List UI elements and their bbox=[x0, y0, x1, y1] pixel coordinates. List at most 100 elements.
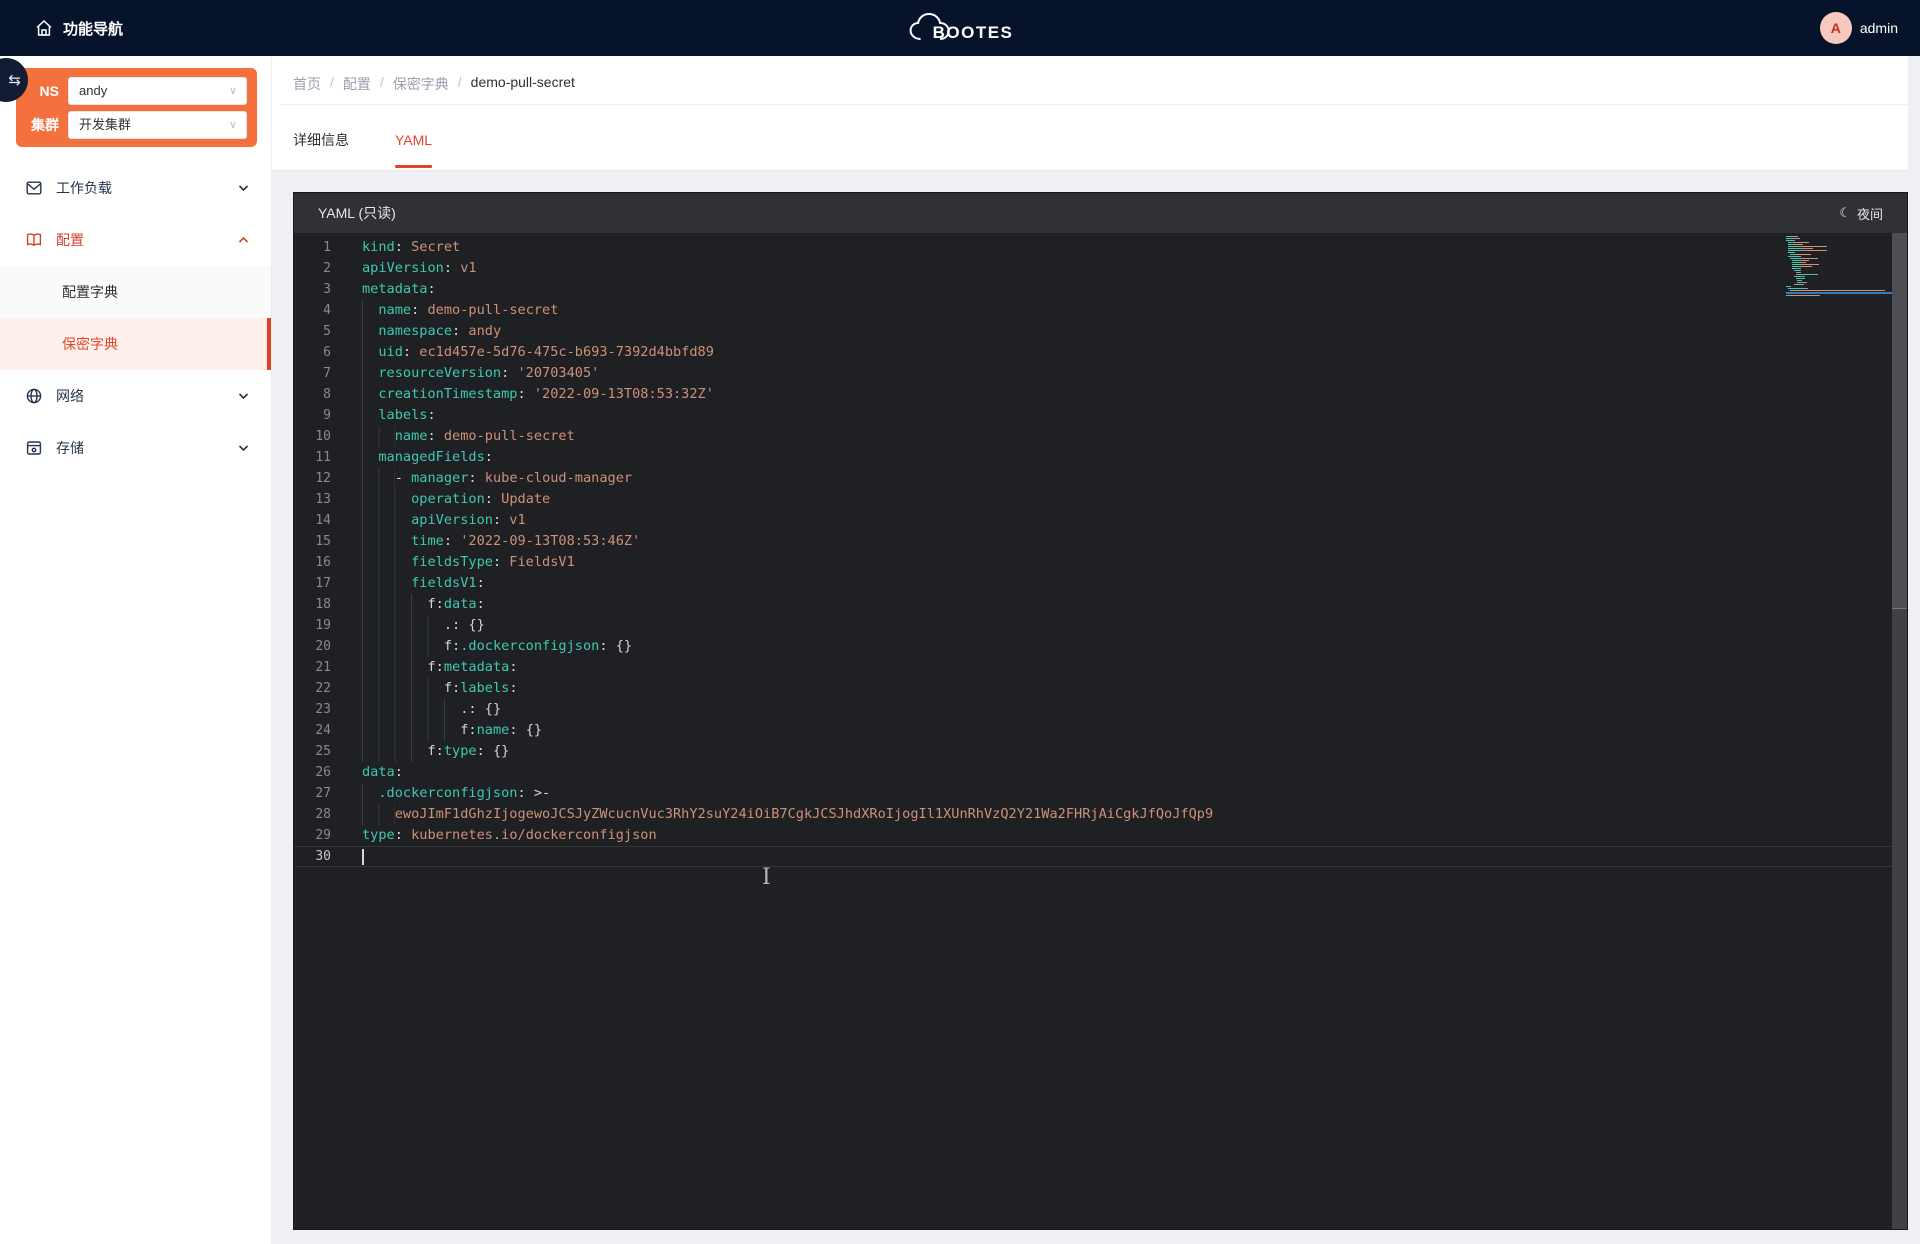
sidebar-subitem-label: 保密字典 bbox=[62, 334, 118, 354]
breadcrumb-item-3: demo-pull-secret bbox=[471, 74, 575, 94]
content-area: YAML (只读) ☾ 夜间 1kind: Secret2apiVersion:… bbox=[272, 171, 1920, 1244]
chevron-up-icon bbox=[238, 236, 249, 244]
line-number: 1 bbox=[294, 237, 331, 258]
code-line-14: 14apiVersion: v1 bbox=[294, 510, 1907, 531]
tab-详细信息[interactable]: 详细信息 bbox=[293, 118, 349, 170]
code-line-2: 2apiVersion: v1 bbox=[294, 258, 1907, 279]
code-line-12: 12- manager: kube-cloud-manager bbox=[294, 468, 1907, 489]
line-number: 17 bbox=[294, 573, 331, 594]
line-number: 14 bbox=[294, 510, 331, 531]
sidebar-item-1[interactable]: 配置 bbox=[0, 214, 271, 266]
workload-icon bbox=[25, 179, 43, 197]
collapse-arrows-icon: ⇆ bbox=[8, 71, 21, 89]
line-number: 24 bbox=[294, 720, 331, 741]
line-number: 8 bbox=[294, 384, 331, 405]
code-line-1: 1kind: Secret bbox=[294, 237, 1907, 258]
namespace-select[interactable]: andy ∨ bbox=[68, 77, 247, 105]
line-number: 12 bbox=[294, 468, 331, 489]
line-number: 26 bbox=[294, 762, 331, 783]
line-number: 27 bbox=[294, 783, 331, 804]
code-line-20: 20f:.dockerconfigjson: {} bbox=[294, 636, 1907, 657]
sidebar: ⇆ NS andy ∨ 集群 开发集群 ∨ 工作负载配置配置字典保密字典网络存储 bbox=[0, 56, 272, 1244]
line-number: 30 bbox=[294, 847, 331, 866]
code-line-10: 10name: demo-pull-secret bbox=[294, 426, 1907, 447]
avatar: A bbox=[1820, 12, 1852, 44]
code-line-4: 4name: demo-pull-secret bbox=[294, 300, 1907, 321]
line-number: 29 bbox=[294, 825, 331, 846]
line-number: 2 bbox=[294, 258, 331, 279]
line-number: 9 bbox=[294, 405, 331, 426]
line-number: 6 bbox=[294, 342, 331, 363]
line-number: 20 bbox=[294, 636, 331, 657]
app-header: 功能导航 BOOTES A admin bbox=[0, 0, 1920, 56]
sidebar-item-3[interactable]: 存储 bbox=[0, 422, 271, 474]
home-icon bbox=[34, 18, 54, 38]
code-line-17: 17fieldsV1: bbox=[294, 573, 1907, 594]
code-line-15: 15time: '2022-09-13T08:53:46Z' bbox=[294, 531, 1907, 552]
sidebar-item-2[interactable]: 网络 bbox=[0, 370, 271, 422]
line-number: 25 bbox=[294, 741, 331, 762]
chevron-down-icon: ∨ bbox=[229, 78, 237, 104]
breadcrumb-item-2[interactable]: 保密字典 bbox=[393, 74, 449, 94]
code-line-6: 6uid: ec1d457e-5d76-475c-b693-7392d4bbfd… bbox=[294, 342, 1907, 363]
editor-scrollbar-thumb[interactable] bbox=[1892, 233, 1907, 609]
line-number: 3 bbox=[294, 279, 331, 300]
function-nav-label: 功能导航 bbox=[63, 18, 123, 39]
line-number: 11 bbox=[294, 447, 331, 468]
yaml-editor-body[interactable]: 1kind: Secret2apiVersion: v13metadata:4n… bbox=[294, 233, 1907, 1229]
line-number: 15 bbox=[294, 531, 331, 552]
sidebar-subitem-1-1[interactable]: 保密字典 bbox=[0, 318, 271, 370]
code-line-30: 30 bbox=[294, 846, 1907, 867]
code-line-3: 3metadata: bbox=[294, 279, 1907, 300]
sidebar-menu: 工作负载配置配置字典保密字典网络存储 bbox=[0, 162, 271, 474]
moon-icon: ☾ bbox=[1839, 205, 1851, 221]
text-caret bbox=[362, 849, 364, 865]
code-line-25: 25f:type: {} bbox=[294, 741, 1907, 762]
line-number: 5 bbox=[294, 321, 331, 342]
brand-logo-text: BOOTES bbox=[933, 23, 1014, 43]
sidebar-subitem-1-0[interactable]: 配置字典 bbox=[0, 266, 271, 318]
sidebar-item-label: 工作负载 bbox=[56, 178, 112, 198]
minimap[interactable] bbox=[1786, 236, 1892, 299]
code-line-7: 7resourceVersion: '20703405' bbox=[294, 363, 1907, 384]
user-name: admin bbox=[1860, 20, 1898, 36]
code-line-19: 19.: {} bbox=[294, 615, 1907, 636]
code-line-16: 16fieldsType: FieldsV1 bbox=[294, 552, 1907, 573]
breadcrumb-item-1[interactable]: 配置 bbox=[343, 74, 371, 94]
cluster-select[interactable]: 开发集群 ∨ bbox=[68, 111, 247, 139]
breadcrumb-item-0[interactable]: 首页 bbox=[293, 74, 321, 94]
sidebar-item-label: 配置 bbox=[56, 230, 84, 250]
editor-scrollbar[interactable] bbox=[1892, 233, 1907, 1229]
page-scrollbar-track[interactable] bbox=[1908, 56, 1920, 1244]
config-icon bbox=[25, 231, 43, 249]
chevron-down-icon bbox=[238, 184, 249, 192]
line-number: 21 bbox=[294, 657, 331, 678]
line-number: 18 bbox=[294, 594, 331, 615]
cluster-label: 集群 bbox=[16, 115, 68, 135]
line-number: 19 bbox=[294, 615, 331, 636]
code-line-29: 29type: kubernetes.io/dockerconfigjson bbox=[294, 825, 1907, 846]
minimap-marker-blue bbox=[1786, 292, 1892, 294]
line-number: 10 bbox=[294, 426, 331, 447]
code-line-27: 27.dockerconfigjson: >- bbox=[294, 783, 1907, 804]
code-line-22: 22f:labels: bbox=[294, 678, 1907, 699]
breadcrumb: 首页/配置/保密字典/demo-pull-secret bbox=[293, 74, 575, 94]
code-line-11: 11managedFields: bbox=[294, 447, 1907, 468]
code-line-13: 13operation: Update bbox=[294, 489, 1907, 510]
topbar: 首页/配置/保密字典/demo-pull-secret 详细信息YAML bbox=[272, 56, 1920, 171]
breadcrumb-separator: / bbox=[330, 74, 334, 94]
sidebar-item-0[interactable]: 工作负载 bbox=[0, 162, 271, 214]
yaml-editor-header: YAML (只读) ☾ 夜间 bbox=[294, 193, 1907, 233]
sidebar-subitem-label: 配置字典 bbox=[62, 282, 118, 302]
code-line-18: 18f:data: bbox=[294, 594, 1907, 615]
tab-YAML[interactable]: YAML bbox=[395, 118, 432, 170]
line-number: 28 bbox=[294, 804, 331, 825]
chevron-down-icon bbox=[238, 392, 249, 400]
code-line-9: 9labels: bbox=[294, 405, 1907, 426]
line-number: 22 bbox=[294, 678, 331, 699]
night-mode-toggle[interactable]: ☾ 夜间 bbox=[1839, 204, 1883, 223]
function-nav-button[interactable]: 功能导航 bbox=[34, 18, 123, 39]
user-menu[interactable]: A admin bbox=[1820, 0, 1898, 56]
yaml-editor-title: YAML (只读) bbox=[318, 203, 396, 223]
breadcrumb-separator: / bbox=[380, 74, 384, 94]
